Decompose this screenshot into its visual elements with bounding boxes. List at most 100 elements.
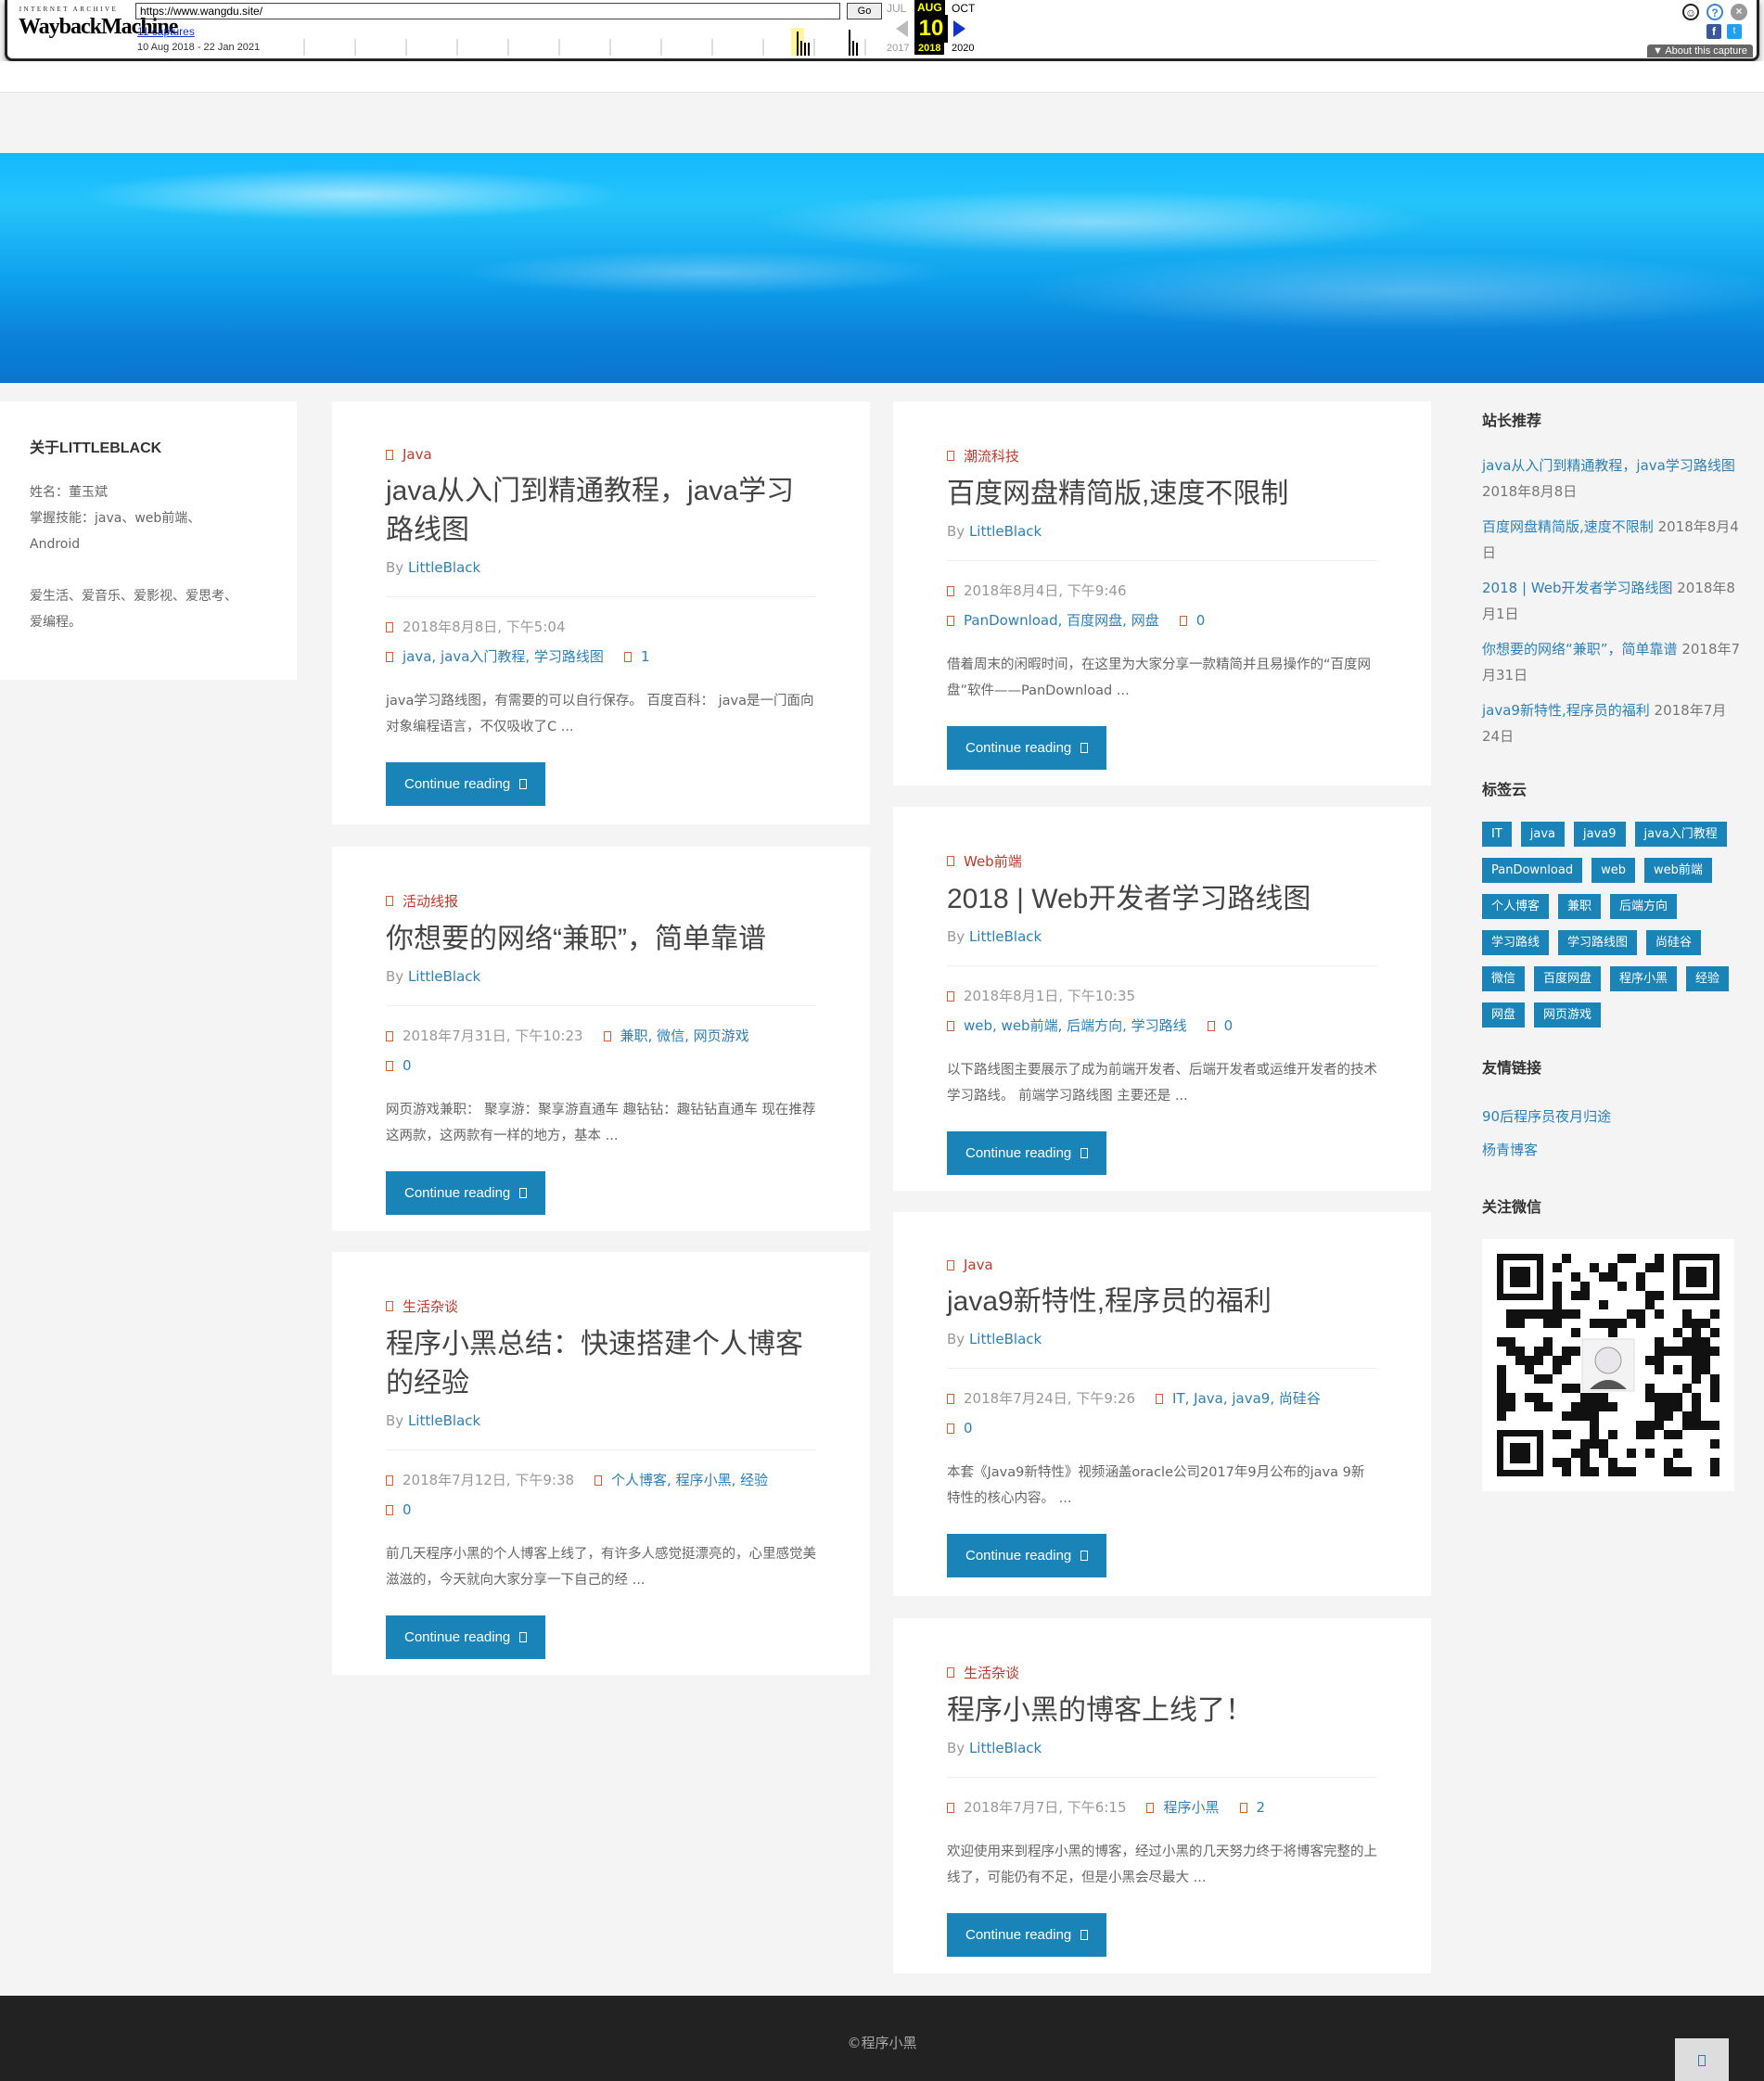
year-prev[interactable]: 2017: [887, 43, 909, 54]
recommended-link[interactable]: java9新特性,程序员的福利 2018年7月24日: [1482, 697, 1742, 749]
post-category[interactable]: Java: [386, 446, 816, 463]
post-date: 2018年7月12日, 下午9:38: [403, 1472, 575, 1488]
user-icon[interactable]: ☺: [1682, 4, 1699, 20]
tag-link[interactable]: web: [1591, 858, 1635, 883]
post-byline: By LittleBlack: [947, 523, 1042, 540]
post-comments[interactable]: 1: [641, 648, 650, 665]
tag-link[interactable]: 网页游戏: [1534, 1002, 1602, 1028]
post-comments[interactable]: 2: [1257, 1799, 1266, 1816]
continue-reading-button[interactable]: Continue reading: [947, 1131, 1107, 1175]
post-author[interactable]: LittleBlack: [408, 1412, 480, 1429]
post-byline: By LittleBlack: [947, 1740, 1042, 1756]
post-date: 2018年7月24日, 下午9:26: [964, 1390, 1136, 1407]
post-author[interactable]: LittleBlack: [969, 1740, 1042, 1756]
facebook-icon[interactable]: f: [1706, 24, 1721, 39]
month-next[interactable]: OCT: [952, 2, 975, 15]
post-excerpt: 以下路线图主要展示了成为前端开发者、后端开发者或运维开发者的技术学习路线。 前端…: [947, 1063, 1377, 1104]
tag-link[interactable]: 后端方向: [1610, 894, 1678, 919]
tag-link[interactable]: 百度网盘: [1534, 966, 1602, 991]
post-tags[interactable]: 个人博客, 程序小黑, 经验: [611, 1472, 768, 1488]
post-author[interactable]: LittleBlack: [969, 1331, 1042, 1347]
tag-link[interactable]: 学习路线: [1482, 930, 1550, 955]
help-icon[interactable]: ?: [1706, 4, 1723, 20]
recommended-link[interactable]: 你想要的网络“兼职”，简单靠谱 2018年7月31日: [1482, 636, 1742, 688]
wayback-url-input[interactable]: https://www.wangdu.site/: [135, 3, 840, 19]
post-category[interactable]: 生活杂谈: [947, 1663, 1377, 1682]
tag-link[interactable]: java9: [1574, 822, 1626, 847]
tag-link[interactable]: 微信: [1482, 966, 1526, 991]
tag-link[interactable]: IT: [1482, 822, 1512, 847]
post-category[interactable]: 潮流科技: [947, 446, 1377, 466]
twitter-icon[interactable]: t: [1727, 24, 1742, 39]
post-title[interactable]: 2018 | Web开发者学习路线图: [947, 880, 1377, 919]
tag-link[interactable]: java: [1520, 822, 1566, 847]
captures-link[interactable]: 11 captures: [137, 25, 195, 38]
post-category[interactable]: 活动线报: [386, 891, 816, 911]
post-tags[interactable]: IT, Java, java9, 尚硅谷: [1172, 1390, 1321, 1407]
capture-sparkline[interactable]: [286, 26, 879, 56]
post-title[interactable]: 程序小黑的博客上线了！: [947, 1692, 1377, 1730]
post-category[interactable]: Java: [947, 1257, 1377, 1273]
wayback-go-button[interactable]: Go: [847, 3, 882, 19]
friend-link[interactable]: 杨青博客: [1482, 1133, 1742, 1167]
folder-icon: [386, 1301, 393, 1311]
recommended-link[interactable]: java从入门到精通教程，java学习路线图 2018年8月8日: [1482, 453, 1742, 504]
post-comments[interactable]: 0: [964, 1420, 973, 1436]
post-tags[interactable]: web, web前端, 后端方向, 学习路线: [964, 1017, 1187, 1034]
year-next[interactable]: 2020: [952, 43, 974, 54]
about-capture-button[interactable]: ▼ About this capture: [1646, 45, 1753, 57]
post-excerpt: java学习路线图，有需要的可以自行保存。 百度百科： java是一门面向对象编…: [386, 694, 814, 734]
tag-link[interactable]: 经验: [1686, 966, 1730, 991]
tag-icon: [603, 1031, 611, 1041]
post-tags[interactable]: 兼职, 微信, 网页游戏: [620, 1028, 749, 1044]
post-title[interactable]: java从入门到精通教程，java学习路线图: [386, 472, 816, 550]
post-comments[interactable]: 0: [403, 1057, 412, 1074]
folder-icon: [947, 1259, 954, 1270]
post-category[interactable]: Web前端: [947, 851, 1377, 871]
tag-link[interactable]: PanDownload: [1482, 858, 1583, 883]
continue-reading-button[interactable]: Continue reading: [386, 762, 546, 806]
continue-reading-button[interactable]: Continue reading: [386, 1171, 546, 1215]
post-author[interactable]: LittleBlack: [969, 523, 1042, 540]
about-widget: 关于LITTLEBLACK 姓名：董玉斌 掌握技能：java、web前端、 An…: [0, 402, 297, 680]
continue-reading-button[interactable]: Continue reading: [947, 1913, 1107, 1957]
tag-link[interactable]: 个人博客: [1482, 894, 1550, 919]
tag-link[interactable]: 学习路线图: [1558, 930, 1638, 955]
recommended-link[interactable]: 百度网盘精简版,速度不限制 2018年8月4日: [1482, 514, 1742, 566]
post-title[interactable]: 你想要的网络“兼职”，简单靠谱: [386, 920, 816, 959]
post-category[interactable]: 生活杂谈: [386, 1296, 816, 1316]
tag-link[interactable]: 网盘: [1482, 1002, 1526, 1028]
prev-capture-arrow-icon[interactable]: [896, 20, 908, 37]
post-comments[interactable]: 0: [1196, 612, 1206, 629]
post-title[interactable]: java9新特性,程序员的福利: [947, 1283, 1377, 1321]
post-tags[interactable]: java, java入门教程, 学习路线图: [403, 648, 604, 665]
wayback-calendar-nav: JUL AUG OCT 10 2017 2018 2020: [887, 0, 998, 59]
close-icon[interactable]: ×: [1731, 4, 1747, 20]
next-capture-arrow-icon[interactable]: [953, 20, 965, 37]
tag-link[interactable]: 程序小黑: [1610, 966, 1678, 991]
post-title[interactable]: 百度网盘精简版,速度不限制: [947, 475, 1377, 514]
post-comments[interactable]: 0: [1224, 1017, 1234, 1034]
tag-link[interactable]: 尚硅谷: [1646, 930, 1702, 955]
month-prev[interactable]: JUL: [887, 2, 906, 15]
post-tags[interactable]: 程序小黑: [1163, 1799, 1219, 1816]
tag-link[interactable]: java入门教程: [1634, 822, 1727, 847]
post-title[interactable]: 程序小黑总结：快速搭建个人博客的经验: [386, 1325, 816, 1403]
continue-reading-button[interactable]: Continue reading: [947, 1534, 1107, 1577]
clock-icon: [947, 1394, 954, 1404]
tag-link[interactable]: web前端: [1643, 858, 1712, 883]
tag-link[interactable]: 兼职: [1558, 894, 1602, 919]
continue-reading-button[interactable]: Continue reading: [386, 1615, 546, 1659]
post-comments[interactable]: 0: [403, 1501, 412, 1518]
post-author[interactable]: LittleBlack: [408, 559, 480, 576]
post-author[interactable]: LittleBlack: [408, 968, 480, 985]
continue-reading-button[interactable]: Continue reading: [947, 726, 1107, 770]
recommended-link[interactable]: 2018 | Web开发者学习路线图 2018年8月1日: [1482, 575, 1742, 627]
friend-link[interactable]: 90后程序员夜月归途: [1482, 1100, 1742, 1133]
back-to-top-button[interactable]: [1675, 2038, 1729, 2081]
post-meta: 2018年7月24日, 下午9:26 IT, Java, java9, 尚硅谷 0: [947, 1368, 1377, 1443]
post-author[interactable]: LittleBlack: [969, 928, 1042, 945]
post-tags[interactable]: PanDownload, 百度网盘, 网盘: [964, 612, 1159, 629]
wayback-logo[interactable]: INTERNET ARCHIVE WaybackMachine: [19, 6, 178, 52]
folder-icon: [947, 451, 954, 461]
